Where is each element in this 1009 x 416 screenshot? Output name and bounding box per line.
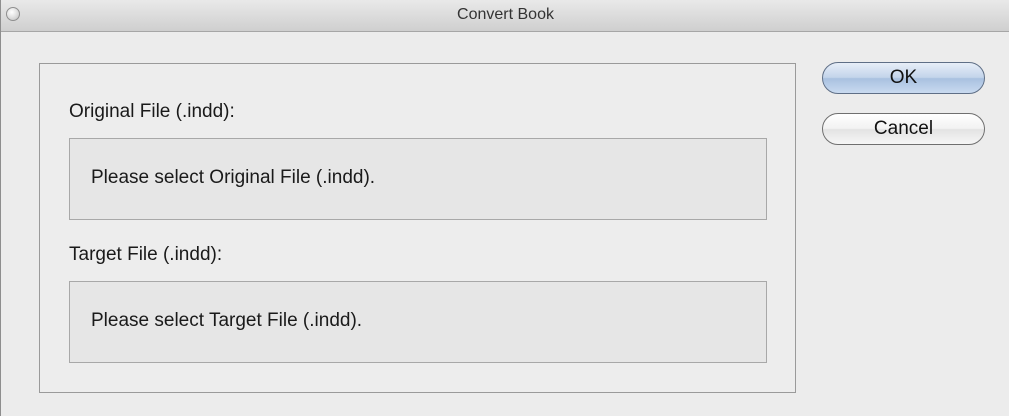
target-file-placeholder: Please select Target File (.indd).: [91, 310, 363, 331]
convert-book-window: Convert Book Original File (.indd): Plea…: [0, 0, 1009, 416]
target-file-label: Target File (.indd):: [69, 244, 223, 265]
ok-button[interactable]: OK: [822, 62, 985, 94]
dialog-content: Original File (.indd): Please select Ori…: [1, 32, 1009, 416]
target-file-field[interactable]: Please select Target File (.indd).: [69, 281, 767, 363]
original-file-label: Original File (.indd):: [69, 101, 235, 122]
original-file-placeholder: Please select Original File (.indd).: [91, 167, 376, 188]
cancel-button[interactable]: Cancel: [822, 113, 985, 145]
title-bar[interactable]: Convert Book: [1, 0, 1009, 32]
file-selection-group: Original File (.indd): Please select Ori…: [39, 63, 796, 393]
window-title: Convert Book: [457, 6, 554, 23]
original-file-field[interactable]: Please select Original File (.indd).: [69, 138, 767, 220]
